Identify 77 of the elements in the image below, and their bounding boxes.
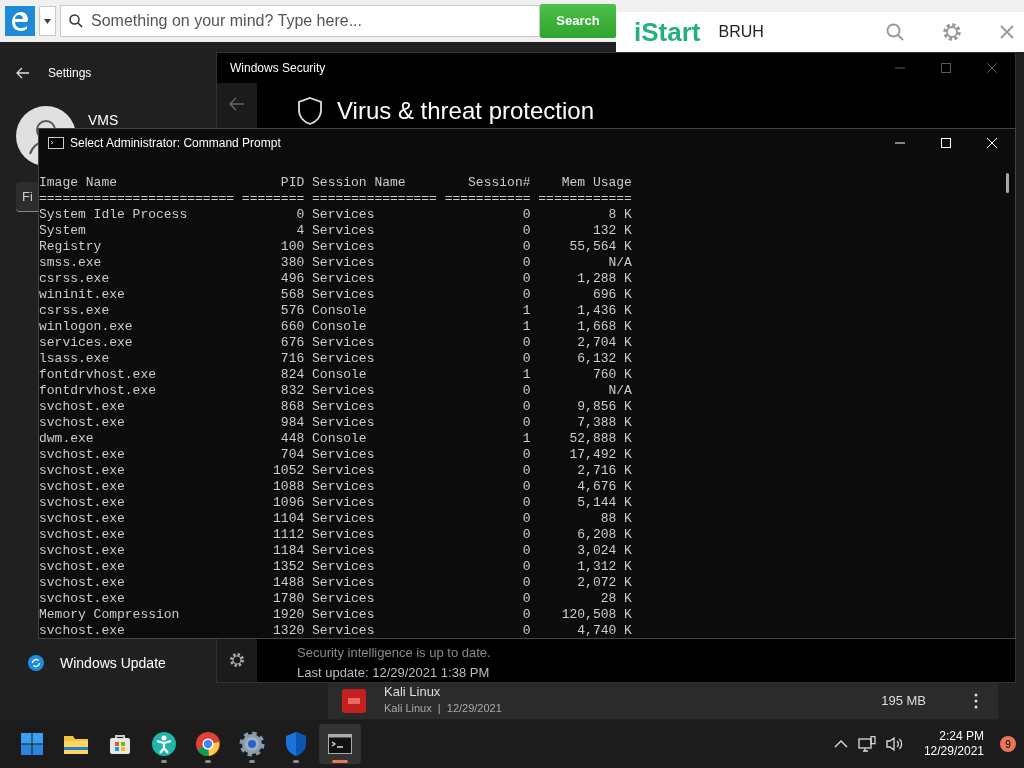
console-line: Image Name PID Session Name Session# Mem Usage bbox=[39, 175, 632, 191]
nav-item[interactable]: Windows Update bbox=[0, 645, 216, 681]
last-update-text: Last update: 12/29/2021 1:38 PM bbox=[297, 665, 491, 680]
console-line: winlogon.exe 660 Console 1 1,668 K bbox=[39, 319, 632, 335]
taskbar-app-button[interactable] bbox=[319, 724, 361, 764]
windows-logo-icon bbox=[20, 732, 44, 756]
caret-icon bbox=[44, 18, 51, 24]
brand-logo: iStart bbox=[634, 15, 701, 49]
maximize-icon bbox=[941, 63, 951, 73]
console-line: System 4 Services 0 132 K bbox=[39, 223, 632, 239]
store-bag-icon bbox=[108, 732, 132, 756]
app-meta: Kali Linux | 12/29/2021 bbox=[384, 700, 503, 715]
console-line: Memory Compression 1920 Services 0 120,508 K bbox=[39, 607, 632, 623]
chevron-up-icon[interactable] bbox=[833, 740, 848, 748]
console-line: svchost.exe 1780 Services 0 28 K bbox=[39, 591, 632, 607]
search-icon[interactable] bbox=[886, 23, 904, 41]
console-line: fontdrvhost.exe 824 Console 1 760 K bbox=[39, 367, 632, 383]
status-text: Security intelligence is up to date. bbox=[297, 645, 492, 660]
app-size: 195 MB bbox=[881, 692, 926, 711]
network-icon[interactable] bbox=[857, 736, 876, 752]
settings-search-field[interactable]: Fi bbox=[16, 182, 38, 212]
terminal-icon bbox=[48, 137, 64, 149]
close-icon bbox=[987, 138, 997, 148]
console-line: ========================= ======== ================ =========== ============ bbox=[39, 191, 632, 207]
console-line: dwm.exe 448 Console 1 52,888 K bbox=[39, 431, 632, 447]
minimize-icon bbox=[895, 67, 905, 69]
browser-icon bbox=[195, 731, 221, 757]
folder-icon bbox=[63, 733, 89, 755]
console-line: svchost.exe 1088 Services 0 4,676 K bbox=[39, 479, 632, 495]
console-line: lsass.exe 716 Services 0 6,132 K bbox=[39, 351, 632, 367]
shield-icon bbox=[284, 731, 308, 757]
window-title: Select Administrator: Command Prompt bbox=[70, 135, 281, 152]
console-line: svchost.exe 868 Services 0 9,856 K bbox=[39, 399, 632, 415]
minimize-icon bbox=[895, 142, 905, 144]
search-field[interactable]: Something on your mind? Type here... bbox=[60, 5, 540, 37]
console-line: services.exe 676 Services 0 2,704 K bbox=[39, 335, 632, 351]
page-heading: Virus & threat protection bbox=[337, 96, 595, 126]
app-list-item[interactable]: Kali Linux Kali Linux | 12/29/2021 195 MB bbox=[328, 683, 998, 719]
close-icon[interactable] bbox=[1000, 25, 1014, 39]
console-line: wininit.exe 568 Services 0 696 K bbox=[39, 287, 632, 303]
notification-badge[interactable]: 9 bbox=[1000, 736, 1016, 752]
console-line: smss.exe 380 Services 0 N/A bbox=[39, 255, 632, 271]
close-icon bbox=[987, 63, 997, 73]
console-line: svchost.exe 1488 Services 0 2,072 K bbox=[39, 575, 632, 591]
console-line: csrss.exe 496 Services 0 1,288 K bbox=[39, 271, 632, 287]
console-line: svchost.exe 704 Services 0 17,492 K bbox=[39, 447, 632, 463]
console-line: svchost.exe 984 Services 0 7,388 K bbox=[39, 415, 632, 431]
maximize-icon bbox=[941, 138, 951, 148]
refresh-icon bbox=[28, 655, 44, 671]
window-title: Windows Security bbox=[230, 60, 326, 77]
more-options-icon[interactable] bbox=[974, 693, 978, 709]
console-line: svchost.exe 1052 Services 0 2,716 K bbox=[39, 463, 632, 479]
console-line: System Idle Process 0 Services 0 8 K bbox=[39, 207, 632, 223]
terminal-icon bbox=[328, 734, 352, 754]
console-line: svchost.exe 1096 Services 0 5,144 K bbox=[39, 495, 632, 511]
window-title: Settings bbox=[48, 65, 92, 82]
shield-icon bbox=[297, 97, 323, 125]
settings-icon[interactable] bbox=[229, 652, 245, 668]
dropdown-button[interactable] bbox=[39, 6, 56, 36]
app-icon bbox=[342, 689, 366, 713]
search-icon bbox=[69, 14, 83, 28]
user-name: VMS bbox=[88, 111, 119, 130]
app-name: Kali Linux bbox=[384, 683, 442, 699]
console-line: svchost.exe 1352 Services 0 1,312 K bbox=[39, 559, 632, 575]
console-line: fontdrvhost.exe 832 Services 0 N/A bbox=[39, 383, 632, 399]
person-figure-icon bbox=[151, 731, 177, 757]
volume-icon[interactable] bbox=[885, 736, 904, 752]
console-line: svchost.exe 1320 Services 0 4,740 K bbox=[39, 623, 632, 638]
profile-name: BRUH bbox=[718, 22, 765, 42]
console-line: csrss.exe 576 Console 1 1,436 K bbox=[39, 303, 632, 319]
browser-logo-icon[interactable] bbox=[5, 6, 35, 36]
console-line: svchost.exe 1112 Services 0 6,208 K bbox=[39, 527, 632, 543]
console-line: Registry 100 Services 0 55,564 K bbox=[39, 239, 632, 255]
gear-icon bbox=[239, 731, 265, 757]
clock[interactable]: 2:24 PM 12/29/2021 bbox=[923, 729, 984, 759]
console-line: svchost.exe 1104 Services 0 88 K bbox=[39, 511, 632, 527]
console-line: svchost.exe 1184 Services 0 3,024 K bbox=[39, 543, 632, 559]
